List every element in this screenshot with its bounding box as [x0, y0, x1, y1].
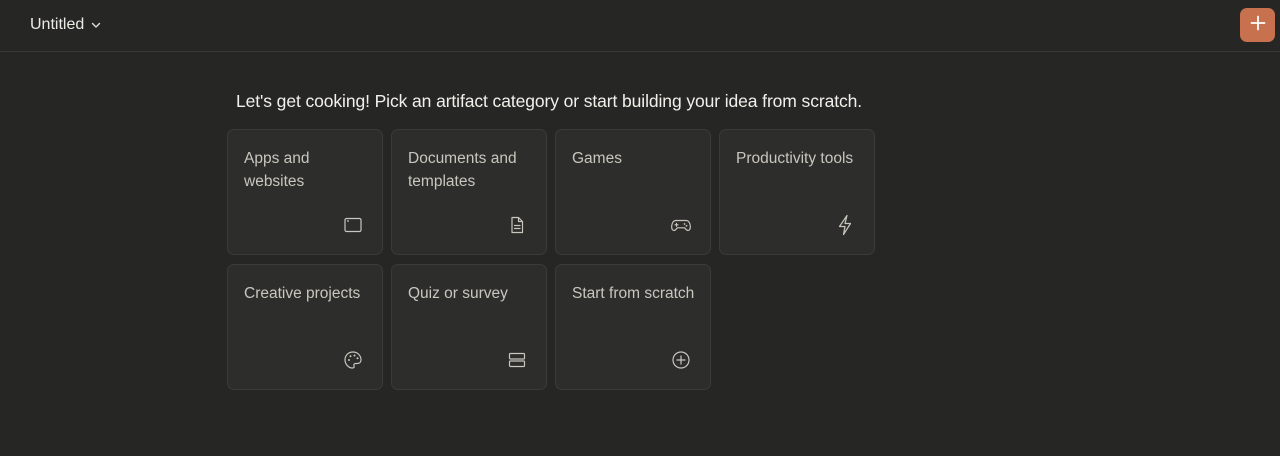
intro-prompt: Let's get cooking! Pick an artifact cate…	[236, 91, 863, 111]
document-icon	[506, 214, 528, 236]
category-card-games[interactable]: Games	[555, 129, 711, 255]
category-label: Quiz or survey	[408, 285, 508, 302]
category-label: Documents and templates	[408, 150, 517, 190]
category-card-quiz-or-survey[interactable]: Quiz or survey	[391, 264, 547, 390]
category-label: Productivity tools	[736, 150, 854, 167]
category-card-start-from-scratch[interactable]: Start from scratch	[555, 264, 711, 390]
category-label: Apps and websites	[244, 150, 310, 190]
title-dropdown[interactable]: Untitled	[18, 10, 114, 40]
category-card-productivity-tools[interactable]: Productivity tools	[719, 129, 875, 255]
browser-window-icon	[342, 214, 364, 236]
category-card-apps-and-websites[interactable]: Apps and websites	[227, 129, 383, 255]
plus-circle-icon	[670, 349, 692, 371]
category-label: Start from scratch	[572, 285, 695, 302]
lightning-icon	[834, 214, 856, 236]
category-grid: Apps and websites Documents and template…	[227, 129, 875, 390]
new-chat-button[interactable]	[1240, 8, 1275, 42]
gamepad-icon	[670, 214, 692, 236]
top-bar: Untitled	[0, 0, 1280, 52]
category-card-documents-and-templates[interactable]: Documents and templates	[391, 129, 547, 255]
category-card-creative-projects[interactable]: Creative projects	[227, 264, 383, 390]
category-label: Creative projects	[244, 285, 361, 302]
chevron-down-icon	[90, 19, 102, 31]
palette-icon	[342, 349, 364, 371]
category-label: Games	[572, 150, 622, 167]
plus-icon	[1249, 14, 1267, 37]
document-title: Untitled	[30, 16, 85, 33]
list-rows-icon	[506, 349, 528, 371]
